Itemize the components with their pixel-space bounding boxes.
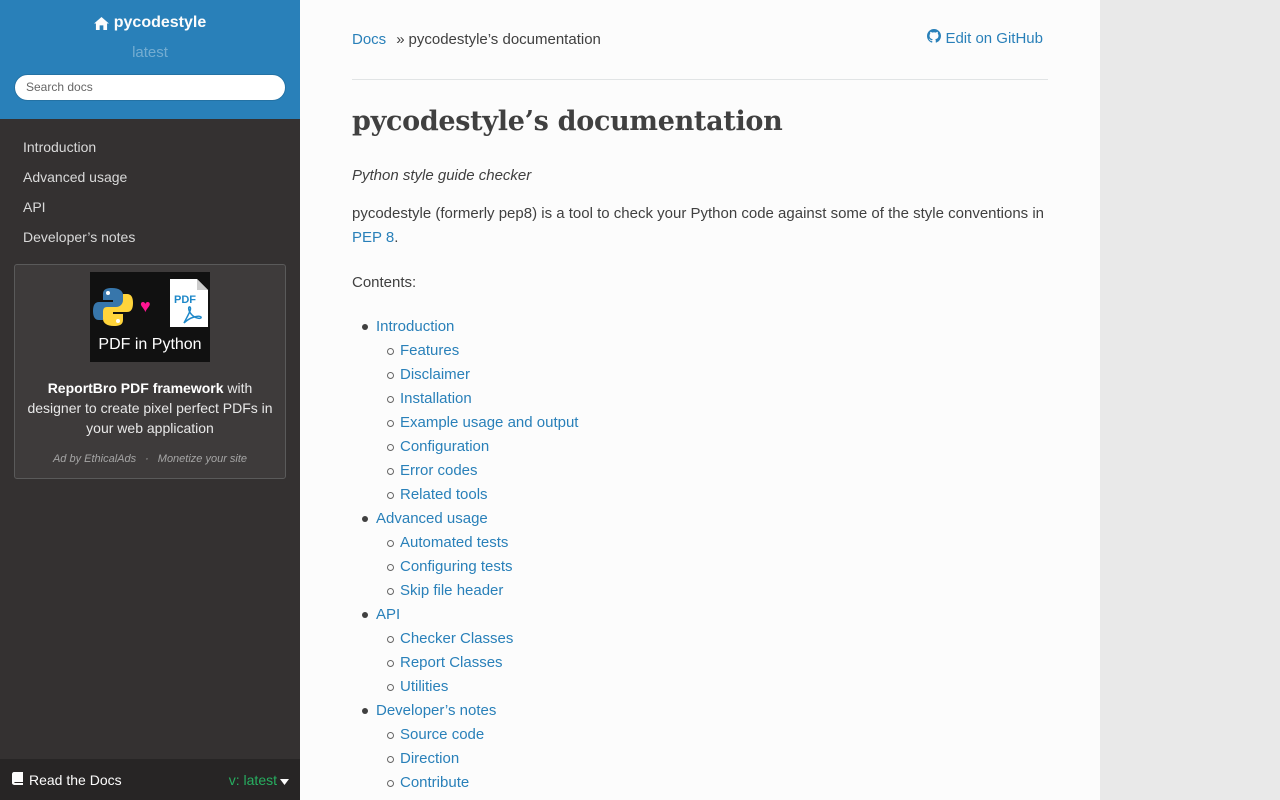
- toc-link-skip-file-header[interactable]: Skip file header: [400, 579, 1048, 603]
- breadcrumb-separator: »: [396, 31, 405, 48]
- toc-link-developers-notes[interactable]: Developer’s notes: [376, 699, 1048, 723]
- ad-image[interactable]: ♥ PDF PDF in Python: [90, 272, 210, 362]
- toc-sublist: Features Disclaimer Installation Example…: [376, 339, 1048, 507]
- toc-subitem: Checker Classes: [387, 627, 1048, 651]
- sidebar-item-api[interactable]: API: [0, 192, 300, 222]
- toc-sublist: Checker Classes Report Classes Utilities: [376, 627, 1048, 699]
- toc-subitem: Report Classes: [387, 651, 1048, 675]
- document: Docs » pycodestyle’s documentation Edit …: [352, 0, 1048, 795]
- toc-subitem: Contribute: [387, 771, 1048, 795]
- monetize-link[interactable]: Monetize your site: [158, 453, 247, 465]
- toc-link-related-tools[interactable]: Related tools: [400, 483, 1048, 507]
- toc-subitem: Disclaimer: [387, 363, 1048, 387]
- toc-subitem: Direction: [387, 747, 1048, 771]
- toc-link-error-codes[interactable]: Error codes: [400, 459, 1048, 483]
- rtd-brand: Read the Docs: [12, 771, 122, 788]
- toc-sublist: Source code Direction Contribute: [376, 723, 1048, 795]
- toc-item: Developer’s notes Source code Direction …: [362, 699, 1048, 795]
- toc-sublist: Automated tests Configuring tests Skip f…: [376, 531, 1048, 603]
- version-selector-label[interactable]: v: latest: [229, 772, 277, 788]
- toc: Introduction Features Disclaimer Install…: [352, 315, 1048, 795]
- home-icon: [93, 16, 109, 30]
- pdf-file-icon: PDF: [170, 279, 208, 332]
- breadcrumb-trail: Docs » pycodestyle’s documentation: [352, 30, 601, 79]
- toc-subitem: Skip file header: [387, 579, 1048, 603]
- toc-link-utilities[interactable]: Utilities: [400, 675, 1048, 699]
- toc-subitem: Configuring tests: [387, 555, 1048, 579]
- ad-image-caption: PDF in Python: [98, 336, 202, 353]
- toc-subitem: Utilities: [387, 675, 1048, 699]
- contents-label: Contents:: [352, 274, 417, 291]
- sidebar-item-label[interactable]: Developer’s notes: [23, 229, 135, 245]
- version-selector[interactable]: v: latest: [229, 772, 289, 788]
- intro-end: .: [394, 229, 399, 246]
- ad-by-link[interactable]: Ad by EthicalAds: [53, 453, 136, 465]
- toc-link-installation[interactable]: Installation: [400, 387, 1048, 411]
- version-label: latest: [132, 43, 168, 61]
- toc-subitem: Example usage and output: [387, 411, 1048, 435]
- toc-link-source-code[interactable]: Source code: [400, 723, 1048, 747]
- python-logo-icon: [92, 286, 134, 333]
- ad-footer-separator: ·: [145, 453, 149, 465]
- toc-subitem: Error codes: [387, 459, 1048, 483]
- intro-paragraph: pycodestyle (formerly pep8) is a tool to…: [352, 202, 1048, 250]
- toc-subitem: Related tools: [387, 483, 1048, 507]
- rtd-version-menu[interactable]: Read the Docs v: latest: [0, 759, 300, 800]
- breadcrumb: Docs » pycodestyle’s documentation Edit …: [352, 0, 1048, 80]
- toc-item: Advanced usage Automated tests Configuri…: [362, 507, 1048, 603]
- toc-link-advanced-usage[interactable]: Advanced usage: [376, 507, 1048, 531]
- toc-link-automated-tests[interactable]: Automated tests: [400, 531, 1048, 555]
- github-icon: [927, 29, 942, 47]
- sidebar-header: pycodestyle latest: [0, 0, 300, 119]
- sidebar-item-advanced-usage[interactable]: Advanced usage: [0, 162, 300, 192]
- sidebar: pycodestyle latest Introduction Advanced…: [0, 0, 300, 800]
- toc-link-api[interactable]: API: [376, 603, 1048, 627]
- project-home-link[interactable]: pycodestyle: [93, 14, 207, 32]
- sidebar-nav: Introduction Advanced usage API Develope…: [0, 119, 300, 252]
- intro-text: pycodestyle (formerly pep8) is a tool to…: [352, 205, 1045, 222]
- toc-link-checker-classes[interactable]: Checker Classes: [400, 627, 1048, 651]
- toc-link-direction[interactable]: Direction: [400, 747, 1048, 771]
- content-area: Docs » pycodestyle’s documentation Edit …: [300, 0, 1100, 800]
- toc-link-introduction[interactable]: Introduction: [376, 315, 1048, 339]
- pdf-badge-text: PDF: [174, 294, 196, 306]
- sidebar-item-introduction[interactable]: Introduction: [0, 132, 300, 162]
- toc-subitem: Features: [387, 339, 1048, 363]
- ad-footer: Ad by EthicalAds · Monetize your site: [15, 453, 285, 465]
- toc-link-example-usage[interactable]: Example usage and output: [400, 411, 1048, 435]
- sidebar-item-label[interactable]: Introduction: [23, 139, 96, 155]
- toc-link-features[interactable]: Features: [400, 339, 1048, 363]
- toc-link-disclaimer[interactable]: Disclaimer: [400, 363, 1048, 387]
- sidebar-item-developers-notes[interactable]: Developer’s notes: [0, 222, 300, 252]
- pep8-link[interactable]: PEP 8: [352, 229, 394, 246]
- toc-link-report-classes[interactable]: Report Classes: [400, 651, 1048, 675]
- toc-link-configuration[interactable]: Configuration: [400, 435, 1048, 459]
- toc-item: API Checker Classes Report Classes Utili…: [362, 603, 1048, 699]
- caret-down-icon[interactable]: [280, 772, 289, 788]
- toc-subitem: Automated tests: [387, 531, 1048, 555]
- page-tagline: Python style guide checker: [352, 167, 532, 184]
- breadcrumb-current: pycodestyle’s documentation: [408, 31, 601, 48]
- toc-subitem: Configuration: [387, 435, 1048, 459]
- toc-subitem: Source code: [387, 723, 1048, 747]
- toc-item: Introduction Features Disclaimer Install…: [362, 315, 1048, 507]
- rtd-label: Read the Docs: [29, 771, 122, 788]
- ad-box[interactable]: ♥ PDF PDF in Python ReportBro PDF framew…: [14, 264, 286, 479]
- heart-icon: ♥: [140, 296, 151, 316]
- search-input[interactable]: [14, 73, 286, 101]
- sidebar-item-label[interactable]: Advanced usage: [23, 169, 127, 185]
- edit-on-github-link[interactable]: Edit on GitHub: [927, 28, 1043, 48]
- toc-subitem: Installation: [387, 387, 1048, 411]
- book-icon: [12, 771, 24, 788]
- ad-text[interactable]: ReportBro PDF framework with designer to…: [23, 378, 277, 438]
- toc-link-contribute[interactable]: Contribute: [400, 771, 1048, 795]
- breadcrumb-docs-link[interactable]: Docs: [352, 31, 386, 48]
- edit-on-github-label[interactable]: Edit on GitHub: [945, 30, 1043, 47]
- project-name: pycodestyle: [113, 14, 207, 31]
- page-title: pycodestyle’s documentation: [352, 106, 783, 137]
- sidebar-item-label[interactable]: API: [23, 199, 46, 215]
- toc-link-configuring-tests[interactable]: Configuring tests: [400, 555, 1048, 579]
- ad-headline[interactable]: ReportBro PDF framework: [48, 380, 224, 396]
